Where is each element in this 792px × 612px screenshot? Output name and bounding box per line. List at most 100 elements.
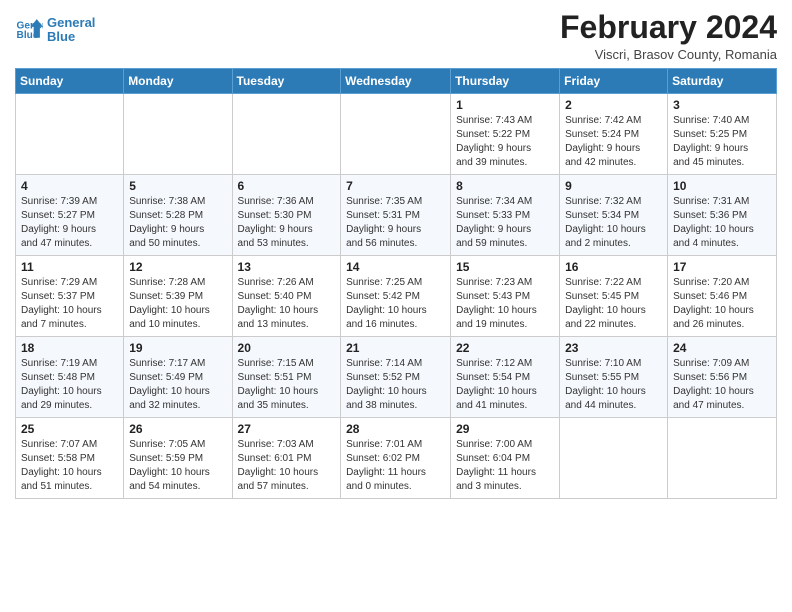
month-year: February 2024 [560,10,777,45]
day-info: Sunrise: 7:40 AM Sunset: 5:25 PM Dayligh… [673,114,771,170]
calendar-cell: 3 Sunrise: 7:40 AM Sunset: 5:25 PM Daylig… [668,94,777,175]
day-number: 5 [129,179,226,193]
day-number: 15 [456,260,554,274]
day-info: Sunrise: 7:42 AM Sunset: 5:24 PM Dayligh… [565,114,662,170]
day-info: Sunrise: 7:28 AM Sunset: 5:39 PM Dayligh… [129,276,226,332]
day-info: Sunrise: 7:01 AM Sunset: 6:02 PM Dayligh… [346,438,445,494]
calendar-cell [341,94,451,175]
location: Viscri, Brasov County, Romania [560,47,777,62]
day-info: Sunrise: 7:03 AM Sunset: 6:01 PM Dayligh… [238,438,336,494]
day-number: 29 [456,422,554,436]
day-number: 10 [673,179,771,193]
day-number: 12 [129,260,226,274]
day-number: 8 [456,179,554,193]
day-info: Sunrise: 7:12 AM Sunset: 5:54 PM Dayligh… [456,357,554,413]
day-number: 22 [456,341,554,355]
day-number: 16 [565,260,662,274]
calendar: SundayMondayTuesdayWednesdayThursdayFrid… [15,68,777,499]
day-number: 24 [673,341,771,355]
calendar-cell: 18Sunrise: 7:19 AM Sunset: 5:48 PM Dayli… [16,337,124,418]
day-info: Sunrise: 7:34 AM Sunset: 5:33 PM Dayligh… [456,195,554,251]
logo-text-line1: General [47,16,95,30]
calendar-cell: 12 Sunrise: 7:28 AM Sunset: 5:39 PM Dayli… [124,256,232,337]
day-number: 21 [346,341,445,355]
calendar-cell: 16 Sunrise: 7:22 AM Sunset: 5:45 PM Dayli… [560,256,668,337]
day-info: Sunrise: 7:10 AM Sunset: 5:55 PM Dayligh… [565,357,662,413]
calendar-cell: 13 Sunrise: 7:26 AM Sunset: 5:40 PM Dayli… [232,256,341,337]
calendar-cell: 1 Sunrise: 7:43 AM Sunset: 5:22 PM Daylig… [451,94,560,175]
day-number: 14 [346,260,445,274]
day-of-week-header: Wednesday [341,69,451,94]
day-info: Sunrise: 7:31 AM Sunset: 5:36 PM Dayligh… [673,195,771,251]
day-number: 17 [673,260,771,274]
day-info: Sunrise: 7:25 AM Sunset: 5:42 PM Dayligh… [346,276,445,332]
day-info: Sunrise: 7:14 AM Sunset: 5:52 PM Dayligh… [346,357,445,413]
day-info: Sunrise: 7:43 AM Sunset: 5:22 PM Dayligh… [456,114,554,170]
day-number: 18 [21,341,118,355]
calendar-cell: 2 Sunrise: 7:42 AM Sunset: 5:24 PM Daylig… [560,94,668,175]
calendar-cell [16,94,124,175]
calendar-cell: 27 Sunrise: 7:03 AM Sunset: 6:01 PM Dayli… [232,418,341,499]
day-number: 2 [565,98,662,112]
day-of-week-header: Saturday [668,69,777,94]
calendar-cell: 9Sunrise: 7:32 AM Sunset: 5:34 PM Daylig… [560,175,668,256]
day-info: Sunrise: 7:39 AM Sunset: 5:27 PM Dayligh… [21,195,118,251]
day-info: Sunrise: 7:17 AM Sunset: 5:49 PM Dayligh… [129,357,226,413]
calendar-cell: 4Sunrise: 7:39 AM Sunset: 5:27 PM Daylig… [16,175,124,256]
day-of-week-header: Tuesday [232,69,341,94]
day-info: Sunrise: 7:20 AM Sunset: 5:46 PM Dayligh… [673,276,771,332]
day-number: 1 [456,98,554,112]
calendar-cell [668,418,777,499]
calendar-cell: 15 Sunrise: 7:23 AM Sunset: 5:43 PM Dayli… [451,256,560,337]
calendar-cell: 19 Sunrise: 7:17 AM Sunset: 5:49 PM Dayli… [124,337,232,418]
calendar-cell: 29 Sunrise: 7:00 AM Sunset: 6:04 PM Dayli… [451,418,560,499]
day-number: 23 [565,341,662,355]
calendar-cell: 21 Sunrise: 7:14 AM Sunset: 5:52 PM Dayli… [341,337,451,418]
day-info: Sunrise: 7:36 AM Sunset: 5:30 PM Dayligh… [238,195,336,251]
day-info: Sunrise: 7:26 AM Sunset: 5:40 PM Dayligh… [238,276,336,332]
day-of-week-header: Sunday [16,69,124,94]
calendar-cell [232,94,341,175]
logo-text-line2: Blue [47,30,95,44]
day-of-week-header: Friday [560,69,668,94]
day-info: Sunrise: 7:35 AM Sunset: 5:31 PM Dayligh… [346,195,445,251]
calendar-cell: 14 Sunrise: 7:25 AM Sunset: 5:42 PM Dayli… [341,256,451,337]
day-info: Sunrise: 7:09 AM Sunset: 5:56 PM Dayligh… [673,357,771,413]
logo: General Blue General Blue [15,16,95,45]
calendar-cell: 7 Sunrise: 7:35 AM Sunset: 5:31 PM Daylig… [341,175,451,256]
day-number: 7 [346,179,445,193]
day-info: Sunrise: 7:05 AM Sunset: 5:59 PM Dayligh… [129,438,226,494]
day-of-week-header: Thursday [451,69,560,94]
calendar-cell: 22 Sunrise: 7:12 AM Sunset: 5:54 PM Dayli… [451,337,560,418]
calendar-cell: 6Sunrise: 7:36 AM Sunset: 5:30 PM Daylig… [232,175,341,256]
day-info: Sunrise: 7:38 AM Sunset: 5:28 PM Dayligh… [129,195,226,251]
day-number: 20 [238,341,336,355]
calendar-cell: 20 Sunrise: 7:15 AM Sunset: 5:51 PM Dayli… [232,337,341,418]
day-info: Sunrise: 7:22 AM Sunset: 5:45 PM Dayligh… [565,276,662,332]
calendar-cell: 26 Sunrise: 7:05 AM Sunset: 5:59 PM Dayli… [124,418,232,499]
day-of-week-header: Monday [124,69,232,94]
header: General Blue General Blue February 2024 … [15,10,777,62]
day-info: Sunrise: 7:29 AM Sunset: 5:37 PM Dayligh… [21,276,118,332]
day-number: 26 [129,422,226,436]
calendar-cell: 24 Sunrise: 7:09 AM Sunset: 5:56 PM Dayli… [668,337,777,418]
calendar-cell: 28 Sunrise: 7:01 AM Sunset: 6:02 PM Dayli… [341,418,451,499]
day-info: Sunrise: 7:32 AM Sunset: 5:34 PM Dayligh… [565,195,662,251]
logo-icon: General Blue [15,16,43,44]
calendar-cell: 25Sunrise: 7:07 AM Sunset: 5:58 PM Dayli… [16,418,124,499]
calendar-cell [560,418,668,499]
calendar-cell: 17 Sunrise: 7:20 AM Sunset: 5:46 PM Dayli… [668,256,777,337]
calendar-cell: 11Sunrise: 7:29 AM Sunset: 5:37 PM Dayli… [16,256,124,337]
day-info: Sunrise: 7:00 AM Sunset: 6:04 PM Dayligh… [456,438,554,494]
calendar-cell: 5 Sunrise: 7:38 AM Sunset: 5:28 PM Daylig… [124,175,232,256]
day-info: Sunrise: 7:07 AM Sunset: 5:58 PM Dayligh… [21,438,118,494]
day-number: 13 [238,260,336,274]
day-number: 19 [129,341,226,355]
calendar-cell [124,94,232,175]
calendar-cell: 10 Sunrise: 7:31 AM Sunset: 5:36 PM Dayli… [668,175,777,256]
day-info: Sunrise: 7:23 AM Sunset: 5:43 PM Dayligh… [456,276,554,332]
day-number: 3 [673,98,771,112]
day-number: 28 [346,422,445,436]
day-info: Sunrise: 7:15 AM Sunset: 5:51 PM Dayligh… [238,357,336,413]
day-number: 27 [238,422,336,436]
